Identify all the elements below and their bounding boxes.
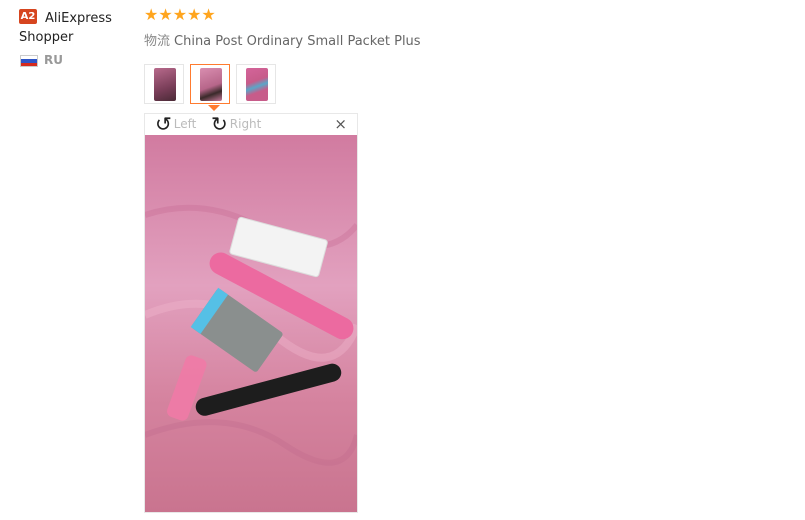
selected-thumbnail-pointer bbox=[208, 105, 220, 111]
close-icon[interactable]: × bbox=[334, 117, 347, 132]
star-icon: ★ bbox=[158, 5, 173, 24]
thumbnail-image bbox=[246, 68, 268, 101]
star-icon: ★ bbox=[201, 5, 216, 24]
thumbnail-strip bbox=[144, 64, 276, 104]
photo-content bbox=[145, 204, 357, 466]
reviewer-name: AliExpress Shopper bbox=[19, 11, 112, 45]
review-photo bbox=[145, 135, 357, 512]
country-code: RU bbox=[44, 53, 63, 67]
flag-ru-icon bbox=[20, 55, 38, 67]
rotate-right-button[interactable]: ↻ Right bbox=[211, 112, 262, 136]
thumbnail-image bbox=[200, 68, 222, 101]
rotate-right-icon: ↻ bbox=[211, 112, 228, 136]
shipping-info: 物流 China Post Ordinary Small Packet Plus bbox=[144, 30, 421, 49]
review-thumbnail-selected[interactable] bbox=[190, 64, 230, 104]
star-rating: ★ ★ ★ ★ ★ bbox=[144, 7, 216, 23]
review-thumbnail[interactable] bbox=[144, 64, 184, 104]
shipping-method: China Post Ordinary Small Packet Plus bbox=[174, 34, 421, 49]
image-viewer: ↺ Left ↻ Right × bbox=[144, 113, 358, 513]
thumbnail-image bbox=[154, 68, 176, 101]
rotate-left-button[interactable]: ↺ Left bbox=[155, 112, 197, 136]
star-icon: ★ bbox=[187, 5, 202, 24]
star-icon: ★ bbox=[172, 5, 188, 24]
rotate-right-label: Right bbox=[229, 117, 262, 131]
rotate-left-icon: ↺ bbox=[155, 112, 172, 136]
shipping-label: 物流 bbox=[144, 34, 171, 49]
review-thumbnail[interactable] bbox=[236, 64, 276, 104]
viewer-toolbar: ↺ Left ↻ Right × bbox=[145, 114, 357, 135]
star-icon: ★ bbox=[144, 5, 159, 24]
rotate-left-label: Left bbox=[173, 117, 197, 131]
